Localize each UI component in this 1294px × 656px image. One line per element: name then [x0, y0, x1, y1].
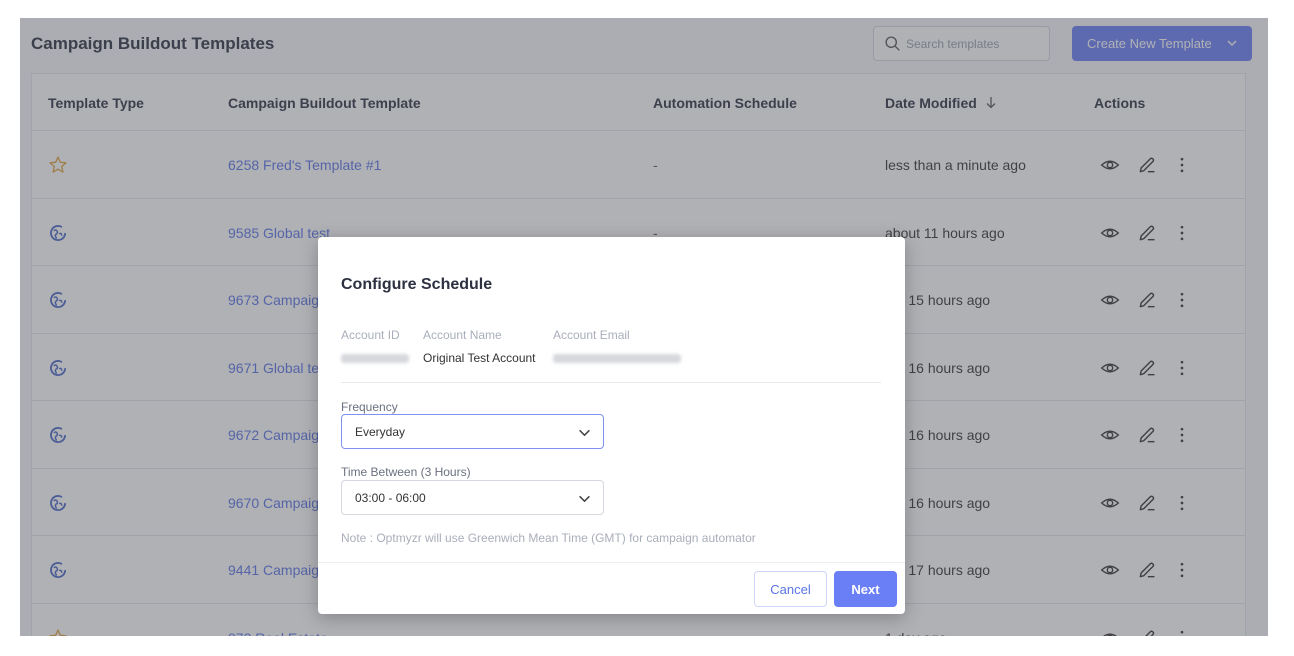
account-email-label: Account Email [553, 328, 630, 342]
frequency-label: Frequency [341, 400, 398, 414]
modal-title: Configure Schedule [341, 276, 493, 293]
gmt-note: Note : Optmyzr will use Greenwich Mean T… [341, 531, 756, 545]
account-email-redacted [553, 354, 681, 363]
frequency-select[interactable]: Everyday [341, 414, 604, 449]
configure-schedule-modal: Configure Schedule Account ID Account Na… [318, 237, 905, 614]
modal-footer-divider [318, 562, 905, 563]
next-button[interactable]: Next [834, 571, 897, 607]
chevron-down-icon [579, 429, 590, 437]
modal-divider [341, 382, 881, 383]
time-between-label: Time Between (3 Hours) [341, 465, 471, 479]
account-name-label: Account Name [423, 328, 502, 342]
cancel-button[interactable]: Cancel [754, 571, 827, 607]
time-between-select[interactable]: 03:00 - 06:00 [341, 480, 604, 515]
frequency-value: Everyday [355, 425, 406, 439]
chevron-down-icon [579, 495, 590, 503]
account-name-value: Original Test Account [423, 351, 536, 365]
account-id-redacted [341, 354, 409, 363]
account-id-label: Account ID [341, 328, 400, 342]
time-between-value: 03:00 - 06:00 [355, 491, 426, 505]
